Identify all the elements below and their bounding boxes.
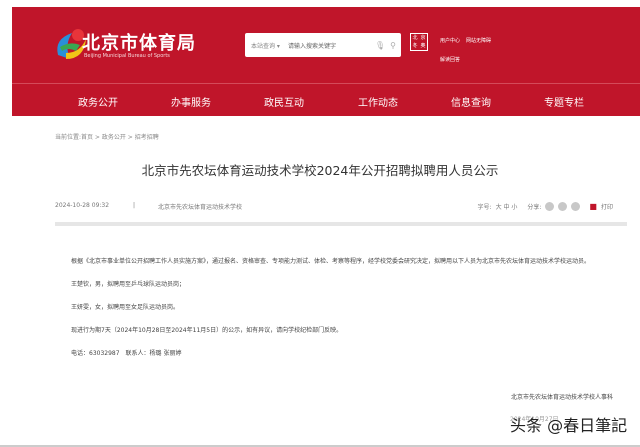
print-button[interactable]: 打印 (601, 202, 613, 211)
publish-date: 2024-10-28 09:32 (55, 202, 110, 209)
watermark: 头条 @春日筆記 (510, 416, 628, 435)
page-title: 北京市先农坛体育运动技术学校2024年公开招聘拟聘用人员公示 (141, 163, 499, 178)
main-nav: 政务公开 办事服务 政民互动 工作动态 信息查询 专题专栏 (12, 84, 640, 116)
signature: 北京市先农坛体育运动技术学校人事科 (510, 394, 613, 401)
search-icon[interactable]: ⚲ (390, 41, 396, 50)
microphone-icon[interactable]: 🎙 (375, 41, 385, 50)
qa-link[interactable]: 解读回答 (440, 56, 497, 63)
accessibility-link[interactable]: 网站无障碍 (466, 38, 491, 44)
brand-name[interactable]: 北京市体育局 (82, 29, 196, 55)
article-source: 北京市先农坛体育运动技术学校 (158, 204, 243, 211)
nav-item[interactable]: 信息查询 (451, 94, 491, 109)
header-links: 用户中心 网站无障碍 解读回答 (440, 37, 497, 63)
share-label: 分享: (527, 204, 542, 211)
beijing-seal-logo: 北京冬奥 (410, 33, 428, 51)
search-input[interactable]: 请输入搜索关键字 (288, 41, 375, 50)
search-scope-dropdown[interactable]: 本站查询 ▾ (251, 41, 280, 50)
font-size-label: 字号: (477, 204, 492, 211)
article-body: 根据《北京市事业单位公开招聘工作人员实施方案》，通过报名、资格审查、专项能力测试… (57, 256, 613, 371)
print-icon[interactable]: ■ (589, 202, 597, 211)
user-center-link[interactable]: 用户中心 (440, 38, 460, 44)
site-header: 北京市体育局 Beijing Municipal Bureau of Sport… (12, 7, 640, 116)
qzone-share-icon[interactable] (571, 202, 581, 211)
weibo-share-icon[interactable] (558, 202, 568, 211)
article-meta: 2024-10-28 09:32 | 北京市先农坛体育运动技术学校 字号: 大 … (55, 202, 613, 214)
paragraph: 王妍雯，女，拟聘用至女足队运动员岗。 (71, 304, 180, 311)
breadcrumb[interactable]: 当前位置:首页 > 政务公开 > 招考招聘 (55, 132, 159, 141)
nav-item[interactable]: 政务公开 (78, 94, 118, 109)
paragraph: 根据《北京市事业单位公开招聘工作人员实施方案》，通过报名、资格审查、专项能力测试… (71, 258, 591, 265)
paragraph: 王楚钦，男，拟聘用至乒乓球队运动员岗； (71, 281, 186, 288)
brand-english: Beijing Municipal Bureau of Sports (84, 53, 170, 59)
paragraph: 电话：63032987 联系人：杨璐 张丽婷 (71, 350, 182, 357)
nav-item[interactable]: 专题专栏 (544, 94, 584, 109)
meta-separator: | (133, 202, 136, 209)
font-size-options[interactable]: 大 中 小 (496, 202, 518, 211)
nav-item[interactable]: 办事服务 (171, 94, 211, 109)
wechat-share-icon[interactable] (545, 202, 555, 211)
nav-item[interactable]: 工作动态 (358, 94, 398, 109)
paragraph: 现进行为期7天（2024年10月28日至2024年11月5日）的公示，如有异议，… (71, 327, 343, 334)
search-box[interactable]: 本站查询 ▾ 请输入搜索关键字 🎙 ⚲ (245, 33, 401, 57)
meta-divider (55, 222, 627, 226)
nav-item[interactable]: 政民互动 (264, 94, 304, 109)
